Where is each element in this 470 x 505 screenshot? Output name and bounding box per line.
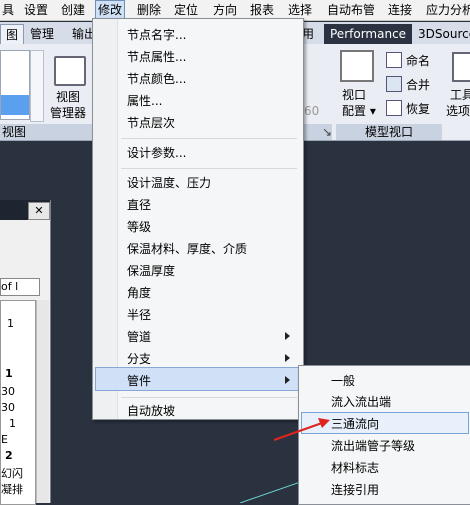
restore-button[interactable]: 恢复 [406,100,430,117]
menu-item-design-temp-pressure[interactable]: 设计温度、压力 [127,174,211,191]
menu-item-node-color[interactable]: 节点颜色... [127,70,186,87]
dialog-list-item: 1 [5,367,13,380]
submenu-item-tee-flow-direction[interactable]: 三通流向 [331,415,379,432]
close-icon[interactable]: ✕ [28,202,50,220]
view-list-scrollbar[interactable] [30,50,44,122]
menu-item-grade[interactable]: 等级 [127,218,151,235]
menu-modify[interactable]: 修改 [95,0,126,20]
menu-icon-gutter [93,19,118,419]
submenu-item-outlet-pipe-grade[interactable]: 流出端管子等级 [331,437,415,454]
menu-item-insulation-thickness[interactable]: 保温厚度 [127,262,175,279]
view-list-selected[interactable] [1,95,29,115]
panel-expand-icon[interactable]: ↘ [300,124,332,140]
merge-button[interactable]: 合并 [406,76,430,93]
menu-item-fittings[interactable]: 管件 [127,372,151,389]
menu-item-node-name[interactable]: 节点名字... [127,26,186,43]
viewport-config-label[interactable]: 视口 [342,86,366,103]
menu-connect[interactable]: 连接 [388,0,412,20]
dialog-input[interactable]: of l [0,278,40,296]
dialog-list-item: 凝排 [1,483,23,496]
menu-item-node-level[interactable]: 节点层次 [127,114,175,131]
menu-direction[interactable]: 方向 [213,0,237,20]
submenu-highlight [301,412,469,434]
dialog-list-item: 1 [7,317,14,330]
view-manager-label-2[interactable]: 管理器 [50,104,86,121]
menu-item-node-properties[interactable]: 节点属性... [127,48,186,65]
dialog-list-item: 1 [9,417,16,430]
submenu-item-general[interactable]: 一般 [331,372,355,389]
dialog-list-item: 30 [1,401,15,414]
name-button[interactable]: 命名 [406,52,430,69]
menu-separator [121,138,297,139]
submenu-item-connection-reference[interactable]: 连接引用 [331,481,379,498]
menu-item-design-params[interactable]: 设计参数... [127,144,186,161]
menu-item-pipe[interactable]: 管道 [127,328,151,345]
name-icon [386,52,402,68]
menu-report[interactable]: 报表 [250,0,274,20]
panel-view-title: 视图 [0,124,92,140]
tool-options-label-2[interactable]: 选项 [446,102,470,119]
tab-performance[interactable]: Performance [324,24,413,44]
panel-model-viewport-title: 模型视口 [336,124,442,140]
menu-item-diameter[interactable]: 直径 [127,196,151,213]
menu-item-branch[interactable]: 分支 [127,350,151,367]
menu-separator [121,397,297,398]
submenu-arrow-icon [285,376,290,384]
value-field[interactable]: 60 [304,104,319,118]
view-manager-icon[interactable] [54,56,86,86]
view-list[interactable] [0,50,30,120]
menu-item-angle[interactable]: 角度 [127,284,151,301]
tab-3dsource[interactable]: 3DSource [418,24,470,44]
tab-view[interactable]: 图 [0,24,24,45]
menu-position[interactable]: 定位 [174,0,198,20]
tab-manage[interactable]: 管理 [30,24,54,44]
dialog-list-item: 2 [5,449,13,462]
menu-auto-route[interactable]: 自动布管 [327,0,375,20]
viewport-config-label-2[interactable]: 配置 ▾ [342,102,376,119]
submenu-arrow-icon [285,354,290,362]
viewport-config-icon[interactable] [340,50,374,82]
restore-icon [386,100,402,116]
submenu-item-inlet-outlet[interactable]: 流入流出端 [331,393,391,410]
submenu-arrow-icon [285,332,290,340]
dialog-list-item: E [1,433,8,446]
menu-create[interactable]: 创建 [61,0,85,20]
dialog-list-item: 30 [1,385,15,398]
menu-item-auto-slope[interactable]: 自动放坡 [127,402,175,419]
menu-stress-analysis[interactable]: 应力分析 [426,0,470,20]
dialog-list-item: 幻闪 [1,467,23,480]
dialog-input-value: of l [1,280,19,293]
fittings-submenu: 一般 流入流出端 三通流向 流出端管子等级 材料标志 连接引用 [298,365,470,505]
menu-item-radius[interactable]: 半径 [127,306,151,323]
menu-item-properties[interactable]: 属性... [127,92,162,109]
view-manager-label[interactable]: 视图 [56,88,80,105]
menu-settings[interactable]: 设置 [24,0,48,20]
submenu-item-material-mark[interactable]: 材料标志 [331,459,379,476]
tool-options-label[interactable]: 工具 [450,86,470,103]
menu-item-insulation[interactable]: 保温材料、厚度、介质 [127,240,247,257]
dialog-scrollbar[interactable] [36,300,49,503]
tool-options-icon[interactable] [452,52,470,82]
menu-delete[interactable]: 删除 [137,0,161,20]
menu-select[interactable]: 选择 [288,0,312,20]
menu-separator [121,168,297,169]
dialog-list[interactable]: 1 1 30 30 1 E 2 幻闪 凝排 [0,300,36,505]
menu-highlight [95,367,301,391]
modify-menu: 节点名字... 节点属性... 节点颜色... 属性... 节点层次 设计参数.… [92,18,304,420]
menu-tools[interactable]: 具 [2,0,14,20]
left-dialog: ✕ of l 1 1 30 30 1 E 2 幻闪 凝排 [0,200,51,505]
merge-icon [386,76,402,92]
